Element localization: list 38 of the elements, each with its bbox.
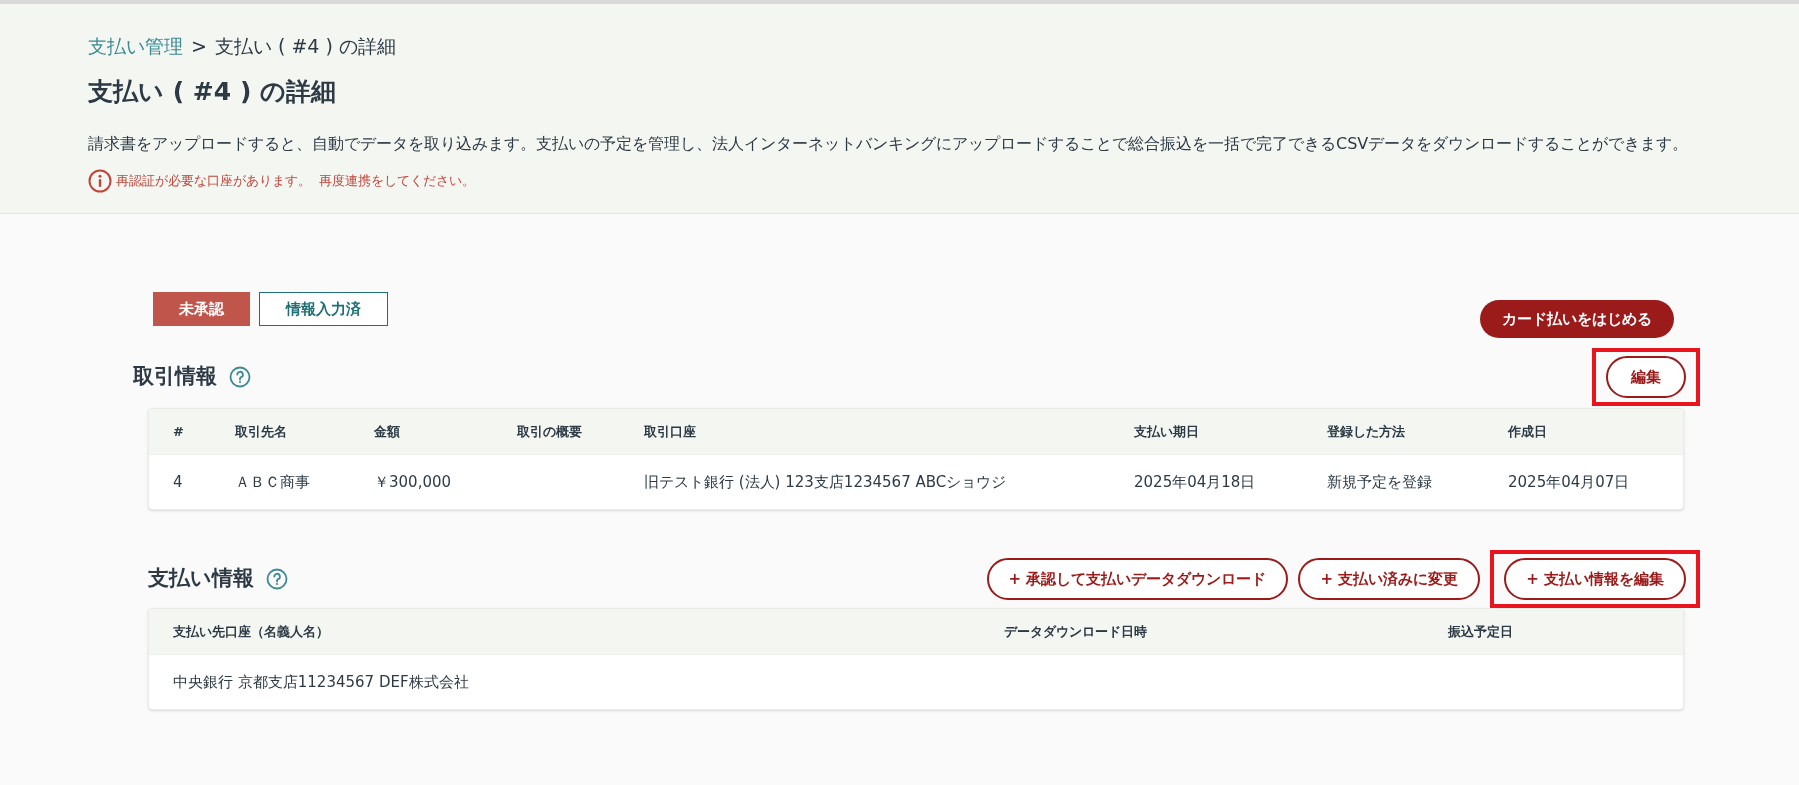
action-button[interactable]: + 支払い済みに変更 — [1298, 558, 1481, 600]
column-header: 振込予定日 — [1448, 623, 1513, 639]
column-header: 登録した方法 — [1327, 423, 1405, 439]
column-header: データダウンロード日時 — [1004, 623, 1147, 639]
column-header: 作成日 — [1508, 423, 1547, 439]
help-icon[interactable] — [266, 568, 288, 590]
table-cell: 旧テスト銀行 (法人) 123支店1234567 ABCショウジ — [644, 472, 1007, 491]
page-title: 支払い ( #4 ) の詳細 — [88, 75, 337, 108]
table-cell: 新規予定を登録 — [1327, 472, 1432, 491]
column-header: 取引先名 — [235, 423, 287, 439]
breadcrumb-link[interactable]: 支払い管理 — [88, 32, 183, 61]
column-header: 取引口座 — [644, 423, 696, 439]
status-badge: 未承認 — [153, 292, 250, 326]
section-title: 支払い情報 — [148, 565, 254, 593]
edit-button[interactable]: 編集 — [1606, 356, 1686, 398]
action-button[interactable]: + 承認して支払いデータダウンロード — [986, 558, 1289, 600]
table-cell: 中央銀行 京都支店11234567 DEF株式会社 — [173, 672, 469, 691]
status-badge: 情報入力済 — [259, 292, 388, 326]
table-cell: 2025年04月07日 — [1508, 472, 1630, 491]
help-icon[interactable] — [229, 366, 251, 388]
column-header: 支払い先口座（名義人名） — [173, 623, 329, 639]
reconnect-link[interactable]: 再度連携をしてください。 — [319, 171, 475, 191]
table-cell: ￥300,000 — [374, 472, 452, 491]
breadcrumb-current: 支払い ( #4 ) の詳細 — [214, 34, 396, 59]
edit-button[interactable]: + 支払い情報を編集 — [1504, 558, 1686, 600]
info-icon — [88, 169, 112, 193]
column-header: # — [173, 423, 184, 439]
column-header: 取引の概要 — [517, 423, 582, 439]
warning-message: 再認証が必要な口座があります。 — [116, 172, 311, 191]
column-header: 金額 — [374, 423, 400, 439]
table-cell: ＡＢＣ商事 — [235, 472, 310, 491]
card-payment-button[interactable]: カード払いをはじめる — [1480, 300, 1674, 338]
breadcrumb-separator: > — [191, 34, 207, 59]
table-cell: 2025年04月18日 — [1134, 472, 1256, 491]
section-title: 取引情報 — [133, 363, 217, 391]
column-header: 支払い期日 — [1134, 423, 1199, 439]
page-description: 請求書をアップロードすると、自動でデータを取り込みます。支払いの予定を管理し、法人インターネットバンキングにアップロードすることで総合振込を一括で完了できるCSVデータをダウンロードすることができます。 — [88, 133, 1690, 155]
table-cell: 4 — [173, 472, 183, 491]
